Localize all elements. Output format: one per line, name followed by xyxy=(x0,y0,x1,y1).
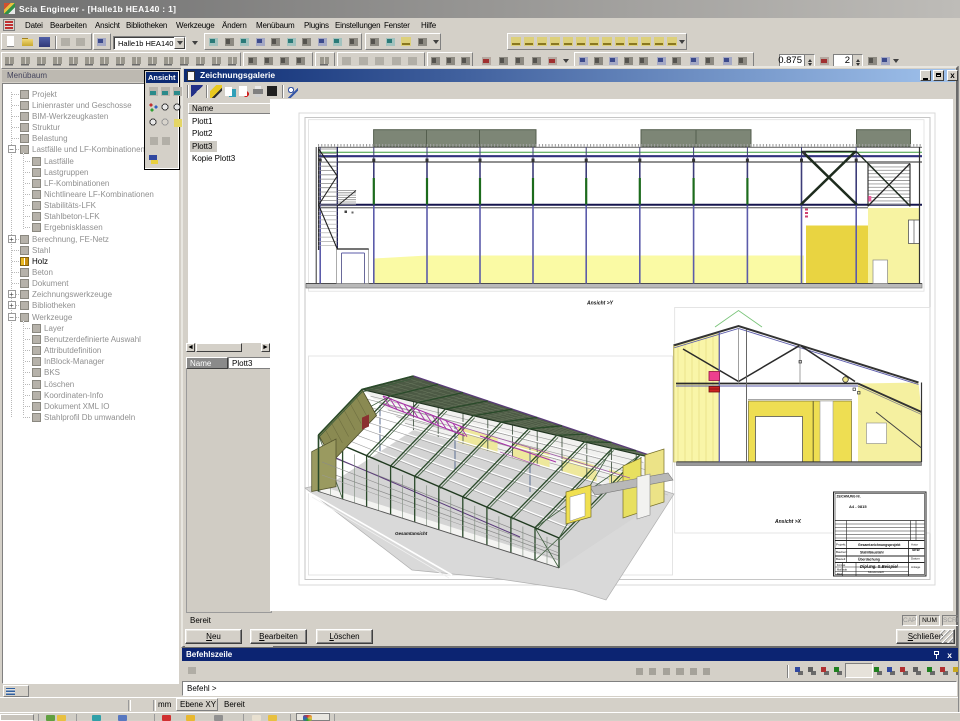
svg-text:Gesamtansicht: Gesamtansicht xyxy=(395,531,428,536)
svg-text:Stahl/Baustahl: Stahl/Baustahl xyxy=(860,551,884,555)
svg-text:Autor: Autor xyxy=(911,543,918,547)
svg-text:SEW: SEW xyxy=(912,548,921,552)
svg-text:Blatt: Blatt xyxy=(837,572,842,576)
svg-text:ZEICHNUNG Nr.: ZEICHNUNG Nr. xyxy=(837,495,861,499)
svg-text:Anlage: Anlage xyxy=(911,565,921,569)
svg-text:Ansicht >X: Ansicht >X xyxy=(774,519,802,525)
svg-text:Dipl.Ing. S.Beispiel: Dipl.Ing. S.Beispiel xyxy=(860,564,899,569)
svg-text:Gesamtzeichnungsprojekt: Gesamtzeichnungsprojekt xyxy=(858,543,901,547)
svg-text:Bauteil:: Bauteil: xyxy=(836,557,846,561)
svg-text:Bauherr:: Bauherr: xyxy=(836,550,848,554)
svg-text:Format: Format xyxy=(837,563,845,567)
svg-text:Ansicht >Y: Ansicht >Y xyxy=(586,301,614,307)
svg-text:Maßstab: Maßstab xyxy=(837,568,848,572)
svg-text:Musterstadt: Musterstadt xyxy=(868,570,884,574)
svg-text:Projekt:: Projekt: xyxy=(836,543,846,547)
svg-text:Datum: Datum xyxy=(911,557,920,561)
svg-text:Überdachung: Überdachung xyxy=(858,557,880,562)
svg-text:A4 - 0815: A4 - 0815 xyxy=(849,504,867,509)
